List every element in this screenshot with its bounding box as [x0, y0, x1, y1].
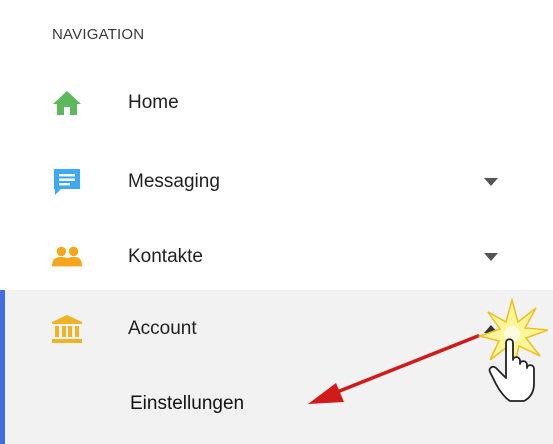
nav-item-messaging[interactable]: Messaging: [0, 145, 553, 219]
section-header-navigation: NAVIGATION: [52, 26, 145, 43]
chevron-up-icon[interactable]: [482, 320, 500, 338]
nav-item-label: Messaging: [128, 171, 220, 192]
nav-item-account[interactable]: Account: [0, 292, 553, 366]
home-icon: [52, 88, 82, 118]
chevron-down-icon[interactable]: [482, 248, 500, 266]
nav-item-label: Home: [128, 92, 179, 113]
nav-item-label: Account: [128, 318, 197, 339]
nav-item-label: Kontakte: [128, 246, 203, 267]
chevron-down-icon[interactable]: [482, 173, 500, 191]
people-icon: [52, 242, 82, 272]
submenu-item-label: Einstellungen: [130, 393, 245, 414]
bank-icon: [52, 314, 82, 344]
chat-icon: [52, 167, 82, 197]
nav-item-home[interactable]: Home: [0, 66, 553, 140]
nav-item-kontakte[interactable]: Kontakte: [0, 220, 553, 294]
submenu-item-einstellungen[interactable]: Einstellungen: [0, 366, 553, 440]
